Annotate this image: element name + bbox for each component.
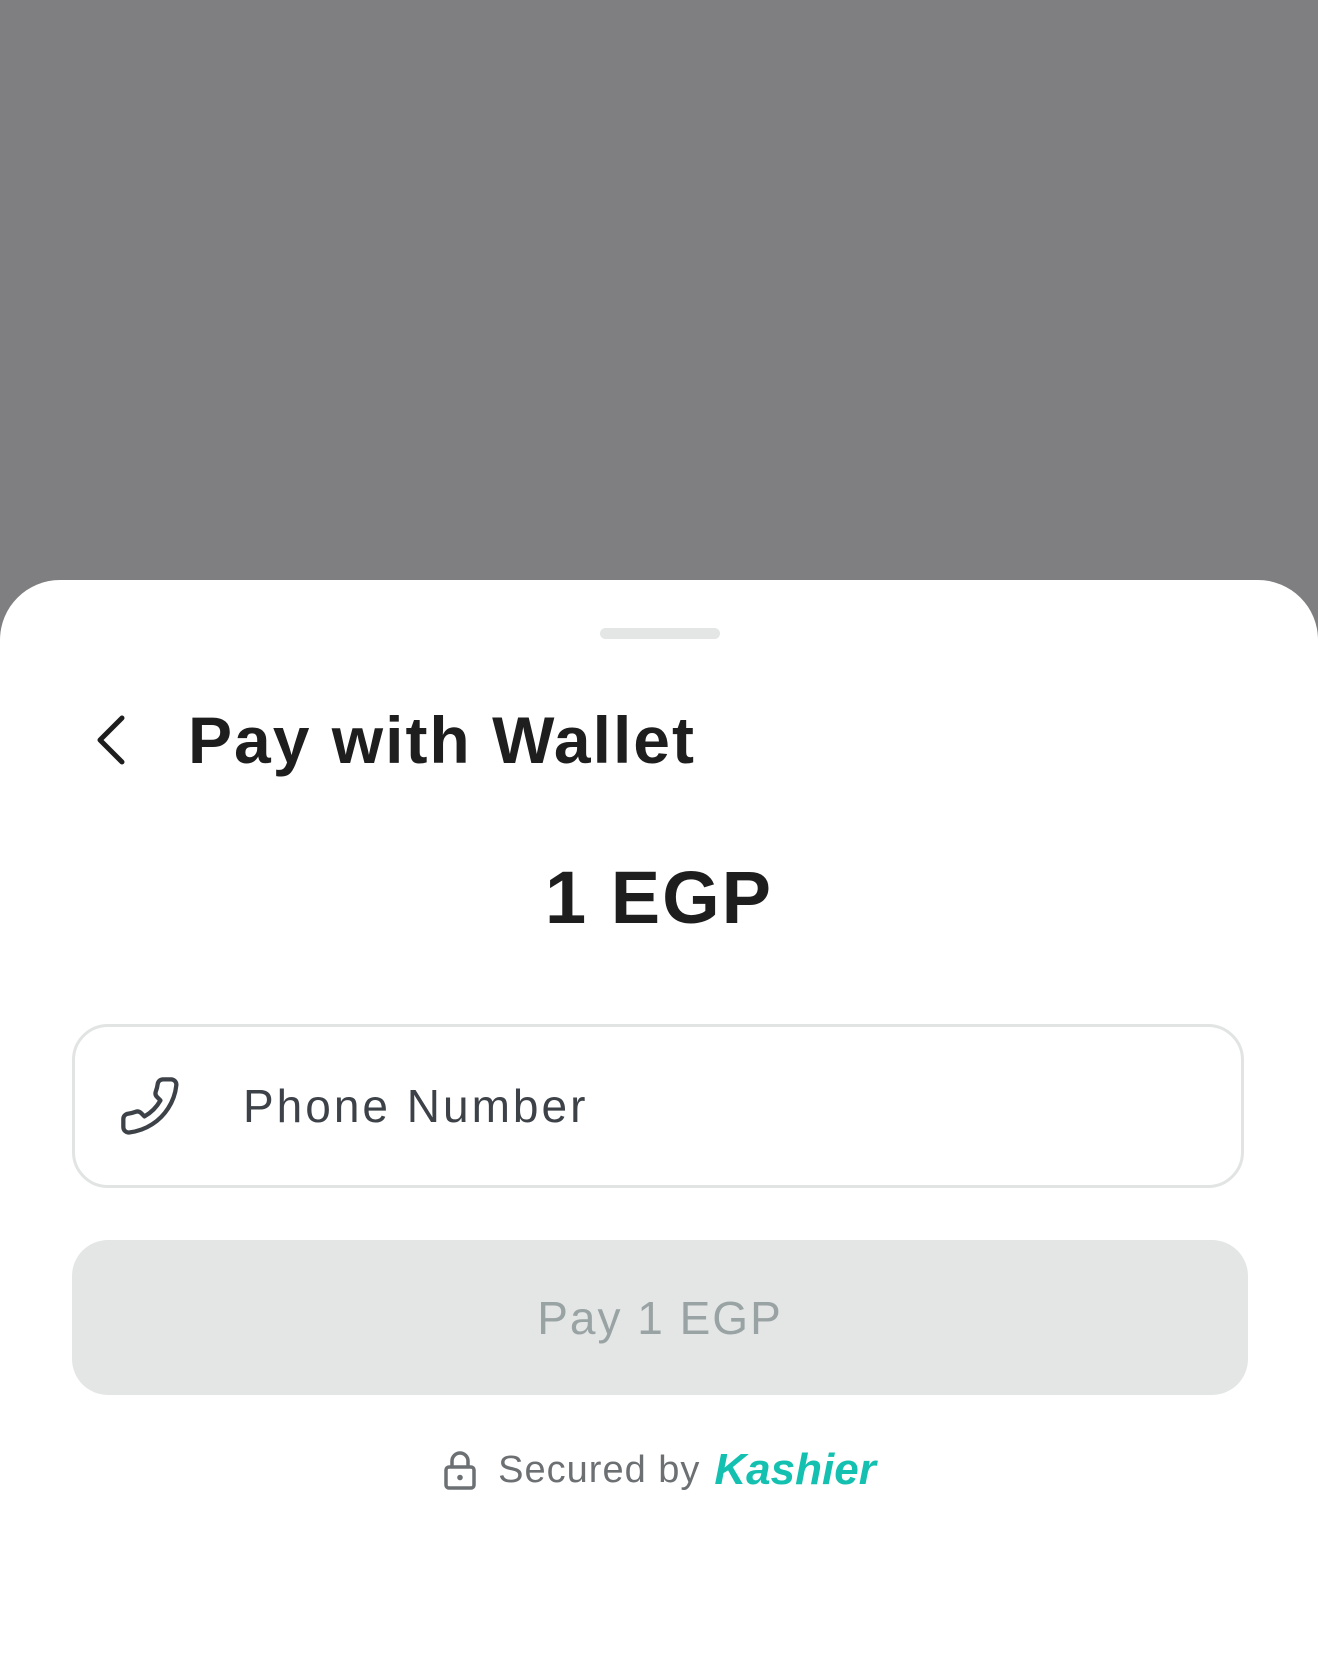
sheet-header: Pay with Wallet xyxy=(80,690,696,790)
phone-number-input[interactable] xyxy=(243,1079,1143,1133)
secured-by-footer: Secured by Kashier xyxy=(0,1440,1318,1500)
chevron-left-icon xyxy=(97,715,125,765)
back-button[interactable] xyxy=(80,710,140,770)
phone-icon xyxy=(115,1071,185,1141)
sheet-drag-handle[interactable] xyxy=(600,628,720,639)
phone-number-field[interactable] xyxy=(72,1024,1244,1188)
payment-amount: 1 EGP xyxy=(545,856,773,939)
page-title: Pay with Wallet xyxy=(188,703,696,777)
lock-icon xyxy=(442,1448,478,1492)
pay-button[interactable]: Pay 1 EGP xyxy=(72,1240,1248,1395)
kashier-logo: Kashier xyxy=(714,1445,876,1494)
secured-by-label: Secured by xyxy=(498,1448,701,1491)
